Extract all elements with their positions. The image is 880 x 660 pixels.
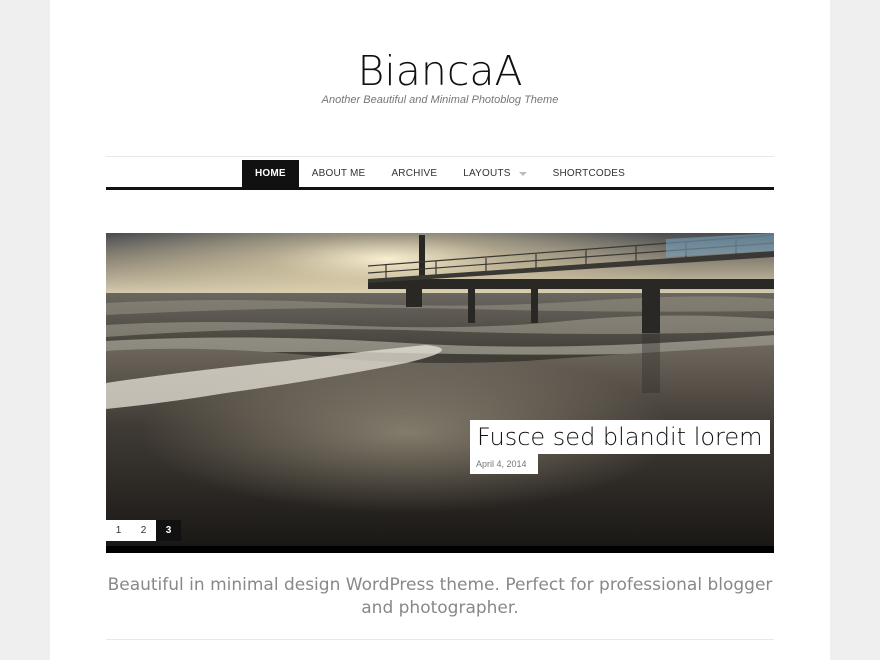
chevron-down-icon xyxy=(518,171,527,176)
nav-item-label: SHORTCODES xyxy=(552,168,626,179)
nav-item-label: HOME xyxy=(254,168,286,179)
site-title[interactable]: BiancaA xyxy=(50,46,830,96)
featured-slider[interactable]: Fusce sed blandit lorem April 4, 2014 1 … xyxy=(106,233,774,553)
nav-item-shortcodes[interactable]: SHORTCODES xyxy=(540,160,638,187)
slider-page-1[interactable]: 1 xyxy=(106,520,131,541)
section-divider xyxy=(106,639,774,640)
slide-caption-date: April 4, 2014 xyxy=(470,454,538,474)
slider-pager: 1 2 3 xyxy=(106,520,181,541)
nav-item-about-me[interactable]: ABOUT ME xyxy=(299,160,379,187)
slide-caption-title[interactable]: Fusce sed blandit lorem xyxy=(470,420,770,454)
intro-text: Beautiful in minimal design WordPress th… xyxy=(107,575,773,618)
nav-divider-bottom xyxy=(106,187,774,190)
slider-page-2[interactable]: 2 xyxy=(131,520,156,541)
nav-item-label: LAYOUTS xyxy=(463,168,511,179)
nav-item-archive[interactable]: ARCHIVE xyxy=(378,160,450,187)
nav-item-label: ARCHIVE xyxy=(391,168,438,179)
nav-divider-top xyxy=(106,156,774,157)
pier-beach-sunset-photo xyxy=(106,233,774,553)
slider-page-3[interactable]: 3 xyxy=(156,520,181,541)
page-container: BiancaA Another Beautiful and Minimal Ph… xyxy=(50,0,830,660)
nav-item-label: ABOUT ME xyxy=(311,168,366,179)
slider-bottom-bar xyxy=(106,546,774,553)
site-tagline: Another Beautiful and Minimal Photoblog … xyxy=(321,94,559,106)
main-nav: HOME ABOUT ME ARCHIVE LAYOUTS SHORTCODES xyxy=(106,160,774,187)
nav-item-home[interactable]: HOME xyxy=(241,160,299,187)
nav-item-layouts[interactable]: LAYOUTS xyxy=(450,160,539,187)
